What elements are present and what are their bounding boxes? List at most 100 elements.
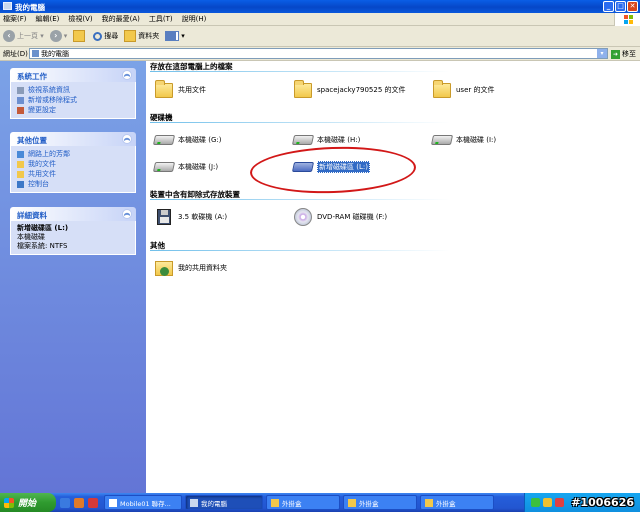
ie-icon[interactable] — [60, 497, 70, 508]
folder-icon — [271, 498, 279, 507]
search-label: 搜尋 — [104, 32, 119, 40]
my-shared-folder[interactable]: 我的共用資料夾 — [154, 258, 227, 278]
folder-icon — [293, 80, 313, 100]
dropdown-arrow-icon: ▾ — [63, 32, 68, 40]
address-dropdown-icon[interactable]: ▾ — [597, 49, 607, 58]
window-title: 我的電腦 — [15, 3, 45, 12]
forward-arrow-icon: › — [49, 30, 62, 42]
folder-icon — [425, 498, 433, 507]
taskbar-button-my-computer[interactable]: 我的電腦 — [185, 495, 263, 510]
menu-tools[interactable]: 工具(T) — [149, 14, 173, 24]
control-panel-icon — [17, 106, 24, 114]
detail-type: 本機磁碟 — [17, 233, 45, 241]
maximize-button[interactable]: □ — [615, 1, 626, 12]
app-icon[interactable] — [88, 497, 98, 508]
collapse-chevron-icon[interactable]: ︽ — [122, 70, 132, 80]
drive-j[interactable]: 本機磁碟 (J:) — [152, 157, 218, 177]
quick-launch — [60, 497, 98, 508]
group-divider — [150, 71, 450, 72]
user-documents-folder[interactable]: user 的文件 — [432, 80, 495, 100]
firefox-icon[interactable] — [74, 497, 84, 508]
address-value: 我的電腦 — [41, 49, 69, 58]
taskbar-button-plugin[interactable]: 外掛盒 — [266, 495, 340, 510]
views-button[interactable]: ▾ — [165, 31, 185, 41]
minimize-button[interactable]: _ — [603, 1, 614, 12]
control-panel-icon — [17, 180, 24, 188]
explorer-window: 我的電腦 _ □ ✕ 檔案(F) 編輯(E) 檢視(V) 我的最愛(A) 工具(… — [0, 0, 640, 493]
toolbar: ‹ 上一頁 ▾ › ▾ 搜尋 資料夾 ▾ — [0, 26, 640, 47]
taskbar-button-plugin[interactable]: 外掛盒 — [343, 495, 417, 510]
details-panel: 詳細資料 ︽ 新增磁碟區 (L:) 本機磁碟 檔案系統: NTFS — [10, 207, 136, 255]
menu-edit[interactable]: 編輯(E) — [36, 14, 60, 24]
group-divider — [150, 199, 450, 200]
menu-view[interactable]: 檢視(V) — [68, 14, 92, 24]
network-icon — [17, 150, 24, 158]
browser-icon — [109, 498, 117, 507]
collapse-chevron-icon[interactable]: ︽ — [122, 134, 132, 144]
folder-icon — [17, 170, 24, 178]
menu-help[interactable]: 說明(H) — [182, 14, 207, 24]
dvd-drive-f[interactable]: DVD-RAM 磁碟機 (F:) — [293, 207, 387, 227]
shared-documents-folder[interactable]: 共用文件 — [154, 80, 206, 100]
folders-icon — [124, 30, 137, 42]
windows-logo-icon — [614, 13, 640, 26]
back-button[interactable]: ‹ 上一頁 ▾ — [3, 30, 44, 42]
drive-g[interactable]: 本機磁碟 (G:) — [152, 130, 221, 150]
view-system-info-link[interactable]: 檢視系統資訊 — [17, 85, 129, 95]
go-button[interactable]: ➜ 移至 — [611, 49, 636, 59]
title-bar[interactable]: 我的電腦 _ □ ✕ — [0, 0, 640, 13]
user-documents-folder[interactable]: spacejacky790525 的文件 — [293, 80, 406, 100]
taskbar-button-mobile01[interactable]: Mobile01 聯存... — [104, 495, 182, 510]
start-button[interactable]: 開始 — [0, 493, 56, 512]
panel-title: 系統工作 — [17, 72, 47, 81]
other-places-header[interactable]: 其他位置 ︽ — [10, 132, 136, 146]
floppy-disk-icon — [154, 207, 174, 227]
folders-button[interactable]: 資料夾 — [124, 30, 159, 42]
search-icon — [93, 31, 103, 41]
up-folder-icon — [73, 30, 86, 42]
taskbar-button-plugin[interactable]: 外掛盒 — [420, 495, 494, 510]
back-arrow-icon: ‹ — [3, 30, 15, 42]
search-button[interactable]: 搜尋 — [93, 31, 118, 41]
folder-icon — [432, 80, 452, 100]
address-input[interactable]: 我的電腦 ▾ — [29, 48, 608, 59]
watermark: #1006626 — [571, 496, 634, 509]
drive-i[interactable]: 本機磁碟 (I:) — [430, 130, 496, 150]
menu-bar: 檔案(F) 編輯(E) 檢視(V) 我的最愛(A) 工具(T) 說明(H) — [0, 13, 640, 26]
hard-drive-icon — [152, 130, 176, 150]
system-tasks-header[interactable]: 系統工作 ︽ — [10, 68, 136, 82]
folder-icon — [154, 80, 174, 100]
hard-drive-icon — [291, 130, 315, 150]
network-places-link[interactable]: 網路上的芳鄰 — [17, 149, 129, 159]
details-header[interactable]: 詳細資料 ︽ — [10, 207, 136, 221]
my-documents-link[interactable]: 我的文件 — [17, 159, 129, 169]
address-label: 網址(D) — [3, 49, 28, 58]
folder-icon — [348, 498, 356, 507]
add-remove-programs-link[interactable]: 新增或移除程式 — [17, 95, 129, 105]
detail-filesystem: 檔案系統: NTFS — [17, 242, 68, 250]
dropdown-arrow-icon: ▾ — [38, 32, 44, 40]
forward-button[interactable]: › ▾ — [49, 30, 68, 42]
menu-favorites[interactable]: 我的最愛(A) — [102, 14, 140, 24]
floppy-drive-a[interactable]: 3.5 軟碟機 (A:) — [154, 207, 227, 227]
control-panel-link[interactable]: 控制台 — [17, 179, 129, 189]
close-button[interactable]: ✕ — [627, 1, 638, 12]
my-computer-icon — [3, 2, 12, 10]
group-divider — [150, 250, 450, 251]
panel-title: 詳細資料 — [17, 211, 47, 220]
shared-folder-icon — [154, 258, 174, 278]
collapse-chevron-icon[interactable]: ︽ — [122, 209, 132, 219]
up-button[interactable] — [73, 30, 87, 42]
group-divider — [150, 122, 450, 123]
hard-drive-icon — [152, 157, 176, 177]
volume-icon[interactable] — [543, 498, 552, 507]
security-icon[interactable] — [555, 498, 564, 507]
taskbar: 開始 Mobile01 聯存... 我的電腦 外掛盒 外掛盒 外掛盒 — [0, 493, 640, 512]
menu-file[interactable]: 檔案(F) — [3, 14, 27, 24]
network-icon[interactable] — [531, 498, 540, 507]
change-settings-link[interactable]: 變更設定 — [17, 105, 129, 115]
shared-documents-link[interactable]: 共用文件 — [17, 169, 129, 179]
info-icon — [17, 86, 24, 94]
panel-title: 其他位置 — [17, 136, 47, 145]
go-arrow-icon: ➜ — [611, 49, 620, 59]
